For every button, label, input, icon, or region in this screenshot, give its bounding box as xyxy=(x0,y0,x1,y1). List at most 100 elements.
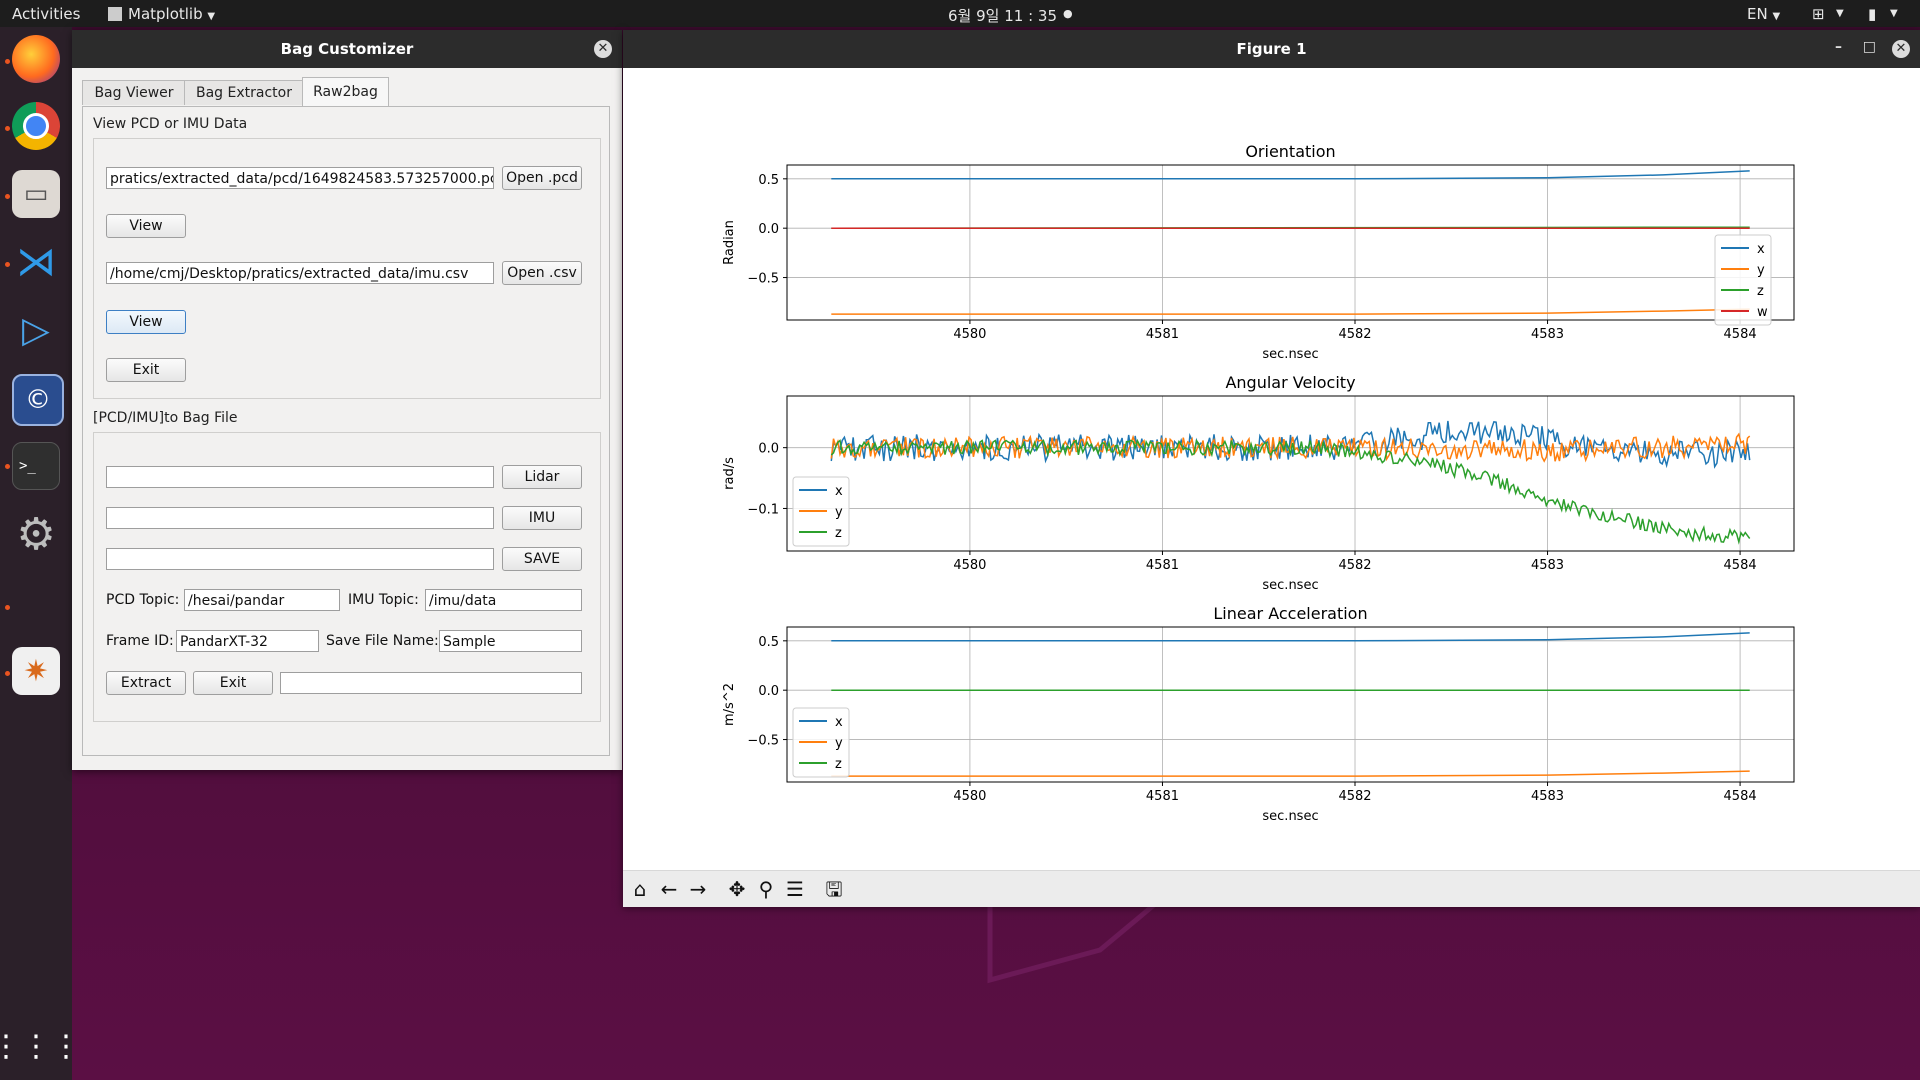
legend-label-x: x xyxy=(835,715,843,730)
imu-path-field[interactable] xyxy=(106,507,494,529)
firefox-icon[interactable] xyxy=(12,35,60,83)
status-field[interactable] xyxy=(280,672,582,694)
save-path-field[interactable] xyxy=(106,548,494,570)
pcd-path-field[interactable]: pratics/extracted_data/pcd/1649824583.57… xyxy=(106,167,494,189)
notification-dot-icon: ● xyxy=(1063,7,1073,20)
running-indicator xyxy=(5,126,10,131)
window-title: Figure 1 xyxy=(1236,40,1307,58)
y-tick-label: −0.5 xyxy=(747,272,779,287)
back-arrow-icon[interactable]: ← xyxy=(656,877,682,901)
x-tick-label: 4584 xyxy=(1724,558,1757,573)
raw2bag-panel: View PCD or IMU Data pratics/extracted_d… xyxy=(82,106,610,756)
axes-frame xyxy=(786,164,1795,321)
clock[interactable]: 6월 9일 11 : 35 xyxy=(948,5,1057,26)
chevron-down-icon: ▼ xyxy=(1772,11,1781,22)
forward-arrow-icon[interactable]: → xyxy=(685,877,711,901)
tab-raw2bag[interactable]: Raw2bag xyxy=(302,77,389,106)
running-indicator xyxy=(5,464,10,469)
window-titlebar[interactable]: Figure 1 – □ ✕ xyxy=(623,30,1920,68)
legend-label-w: w xyxy=(1757,305,1768,320)
language-indicator[interactable]: EN ▼ xyxy=(1747,5,1780,23)
x-tick-label: 4583 xyxy=(1531,327,1564,342)
lidar-button[interactable]: Lidar xyxy=(502,465,582,489)
y-tick-label: 0.0 xyxy=(758,684,779,699)
x-tick-label: 4583 xyxy=(1531,558,1564,573)
y-tick-label: 0.5 xyxy=(758,173,779,188)
legend-label-x: x xyxy=(1757,242,1765,257)
minimize-icon[interactable]: – xyxy=(1835,39,1842,55)
tab-bag-viewer[interactable]: Bag Viewer xyxy=(82,80,186,105)
y-tick-label: −0.1 xyxy=(747,502,779,517)
x-tick-label: 4583 xyxy=(1531,789,1564,804)
chrome-icon[interactable] xyxy=(12,102,60,150)
top-bar: Activities Matplotlib ▼ 6월 9일 11 : 35 ● … xyxy=(0,0,1920,27)
save-file-name-label: Save File Name: xyxy=(326,633,439,649)
maximize-icon[interactable]: □ xyxy=(1863,39,1876,55)
legend-label-x: x xyxy=(835,484,843,499)
legend-label-z: z xyxy=(1757,284,1764,299)
imu-button[interactable]: IMU xyxy=(502,506,582,530)
pcd-topic-field[interactable]: /hesai/pandar xyxy=(184,589,340,611)
vscode-icon[interactable]: ⋊ xyxy=(12,238,60,286)
running-indicator xyxy=(5,194,10,199)
pan-icon[interactable]: ✥ xyxy=(724,877,750,901)
cmake-icon[interactable]: © xyxy=(12,374,64,426)
close-icon[interactable]: ✕ xyxy=(594,40,612,58)
exit-button[interactable]: Exit xyxy=(193,671,273,695)
frame-id-label: Frame ID: xyxy=(106,633,174,649)
terminal-icon[interactable]: >_ xyxy=(12,442,60,490)
open-csv-button[interactable]: Open .csv xyxy=(502,261,582,285)
x-tick-label: 4580 xyxy=(953,789,986,804)
chart-title: Angular Velocity xyxy=(1225,373,1355,392)
exit-view-button[interactable]: Exit xyxy=(106,358,186,382)
legend-label-y: y xyxy=(835,505,843,520)
dock: ▭ ⋊ ▷ © >_ ⚙ ✷ ⋮⋮⋮ xyxy=(0,27,81,1080)
csv-path-field[interactable]: /home/cmj/Desktop/pratics/extracted_data… xyxy=(106,262,494,284)
chevron-down-icon: ▼ xyxy=(1890,8,1898,19)
y-tick-label: 0.0 xyxy=(758,442,779,457)
series-line-y xyxy=(831,770,1750,777)
matplotlib-toolbar: ⌂ ← → ✥ ⚲ ☰ 🖫 xyxy=(623,870,1920,907)
view-pcd-button[interactable]: View xyxy=(106,214,186,238)
network-icon[interactable]: ⊞ xyxy=(1812,5,1825,23)
series-line-x xyxy=(831,170,1750,180)
x-tick-label: 4582 xyxy=(1338,789,1371,804)
window-titlebar[interactable]: Bag Customizer ✕ xyxy=(72,30,622,68)
imu-topic-field[interactable]: /imu/data xyxy=(425,589,582,611)
running-indicator xyxy=(5,605,10,610)
frame-id-field[interactable]: PandarXT-32 xyxy=(176,630,319,652)
activities-button[interactable]: Activities xyxy=(12,5,80,23)
settings-icon[interactable]: ⚙ xyxy=(12,509,60,560)
save-figure-icon[interactable]: 🖫 xyxy=(821,877,847,901)
player-icon[interactable]: ▷ xyxy=(12,306,60,354)
x-tick-label: 4584 xyxy=(1724,789,1757,804)
open-pcd-button[interactable]: Open .pcd xyxy=(502,166,582,190)
view-group-label: View PCD or IMU Data xyxy=(93,116,248,132)
rviz-icon[interactable]: ✷ xyxy=(12,647,60,695)
close-icon[interactable]: ✕ xyxy=(1892,40,1910,58)
app-menu[interactable]: Matplotlib ▼ xyxy=(108,5,215,23)
axes-frame xyxy=(786,395,1795,552)
save-file-name-field[interactable]: Sample xyxy=(439,630,582,652)
configure-subplots-icon[interactable]: ☰ xyxy=(782,877,808,901)
x-axis-label: sec.nsec xyxy=(1262,578,1318,593)
app-grid-icon[interactable]: ⋮⋮⋮ xyxy=(0,1022,81,1070)
y-tick-label: −0.5 xyxy=(747,734,779,749)
x-tick-label: 4582 xyxy=(1338,558,1371,573)
y-axis-label: Radian xyxy=(722,220,737,265)
extract-button[interactable]: Extract xyxy=(106,671,186,695)
lidar-path-field[interactable] xyxy=(106,466,494,488)
x-axis-label: sec.nsec xyxy=(1262,347,1318,362)
window-title: Bag Customizer xyxy=(280,40,414,58)
legend-label-y: y xyxy=(835,736,843,751)
zoom-icon[interactable]: ⚲ xyxy=(753,877,779,901)
app-menu-label: Matplotlib xyxy=(128,5,203,23)
files-icon[interactable]: ▭ xyxy=(12,170,60,218)
tab-bag-extractor[interactable]: Bag Extractor xyxy=(184,80,304,105)
save-button[interactable]: SAVE xyxy=(502,547,582,571)
home-icon[interactable]: ⌂ xyxy=(627,877,653,901)
chevron-down-icon: ▼ xyxy=(1836,8,1844,19)
matplotlib-icon xyxy=(108,7,122,21)
view-imu-button[interactable]: View xyxy=(106,310,186,334)
battery-icon[interactable]: ▮ xyxy=(1868,5,1876,23)
